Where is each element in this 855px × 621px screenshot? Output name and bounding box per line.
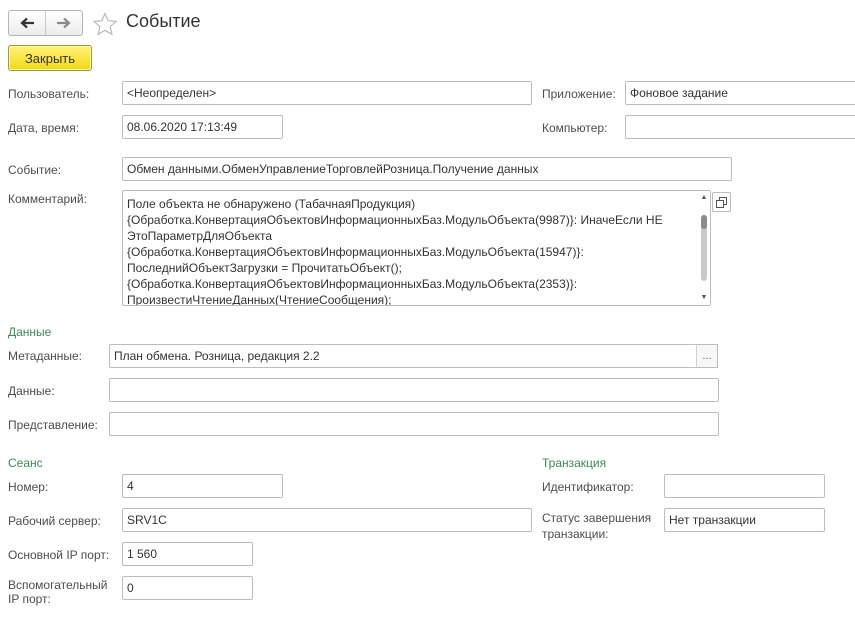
arrow-left-icon — [20, 17, 34, 29]
page-title: Событие — [126, 11, 201, 31]
comment-scrollbar[interactable]: ▲ ▼ — [698, 191, 710, 305]
transaction-status-field[interactable]: Нет транзакции — [664, 508, 825, 532]
event-field[interactable]: Обмен данными.ОбменУправлениеТорговлейРо… — [122, 157, 732, 181]
aux-port-field[interactable]: 0 — [122, 576, 253, 600]
datetime-field[interactable]: 08.06.2020 17:13:49 — [122, 115, 283, 139]
app-label: Приложение: — [542, 87, 616, 101]
datetime-label: Дата, время: — [8, 121, 80, 135]
transaction-id-label: Идентификатор: — [542, 480, 634, 494]
back-button[interactable] — [9, 11, 45, 35]
comment-text: Поле объекта не обнаружено (ТабачнаяПрод… — [127, 197, 663, 306]
app-field[interactable]: Фоновое задание — [625, 81, 855, 105]
open-comment-button[interactable] — [712, 192, 731, 212]
transaction-section-heading: Транзакция — [542, 456, 607, 470]
session-number-field[interactable]: 4 — [122, 474, 283, 498]
aux-port-label: Вспомогательный IP порт: — [8, 578, 108, 606]
data-label: Данные: — [8, 384, 55, 398]
session-section-heading: Сеанс — [8, 456, 43, 470]
close-button[interactable]: Закрыть — [8, 45, 92, 71]
scroll-down-icon[interactable]: ▼ — [700, 293, 708, 301]
server-label: Рабочий сервер: — [8, 514, 101, 528]
session-number-label: Номер: — [8, 480, 49, 494]
forward-button[interactable] — [45, 11, 82, 35]
arrow-right-icon — [57, 17, 71, 29]
scrollbar-thumb[interactable] — [701, 215, 707, 229]
main-port-label: Основной IP порт: — [8, 548, 110, 562]
computer-label: Компьютер: — [542, 121, 608, 135]
main-port-field[interactable]: 1 560 — [122, 542, 253, 566]
comment-textarea[interactable]: Поле объекта не обнаружено (ТабачнаяПрод… — [122, 190, 711, 306]
star-icon[interactable] — [92, 12, 118, 36]
user-label: Пользователь: — [8, 87, 90, 101]
comment-label: Комментарий: — [8, 192, 87, 206]
presentation-label: Представление: — [8, 418, 98, 432]
computer-field[interactable] — [625, 115, 855, 139]
navigation-buttons — [8, 10, 83, 36]
scroll-up-icon[interactable]: ▲ — [700, 193, 708, 201]
presentation-field[interactable] — [109, 412, 719, 436]
event-label: Событие: — [8, 163, 62, 177]
user-field[interactable]: <Неопределен> — [122, 81, 532, 105]
data-field[interactable] — [109, 378, 719, 402]
metadata-select-button[interactable]: ... — [696, 344, 718, 368]
open-window-icon — [716, 196, 727, 208]
metadata-field[interactable]: План обмена. Розница, редакция 2.2 — [109, 344, 697, 368]
transaction-id-field[interactable] — [664, 474, 825, 498]
server-field[interactable]: SRV1C — [122, 508, 532, 532]
data-section-heading: Данные — [8, 325, 52, 339]
metadata-label: Метаданные: — [8, 349, 83, 363]
transaction-status-label: Статус завершения транзакции: — [542, 511, 652, 541]
